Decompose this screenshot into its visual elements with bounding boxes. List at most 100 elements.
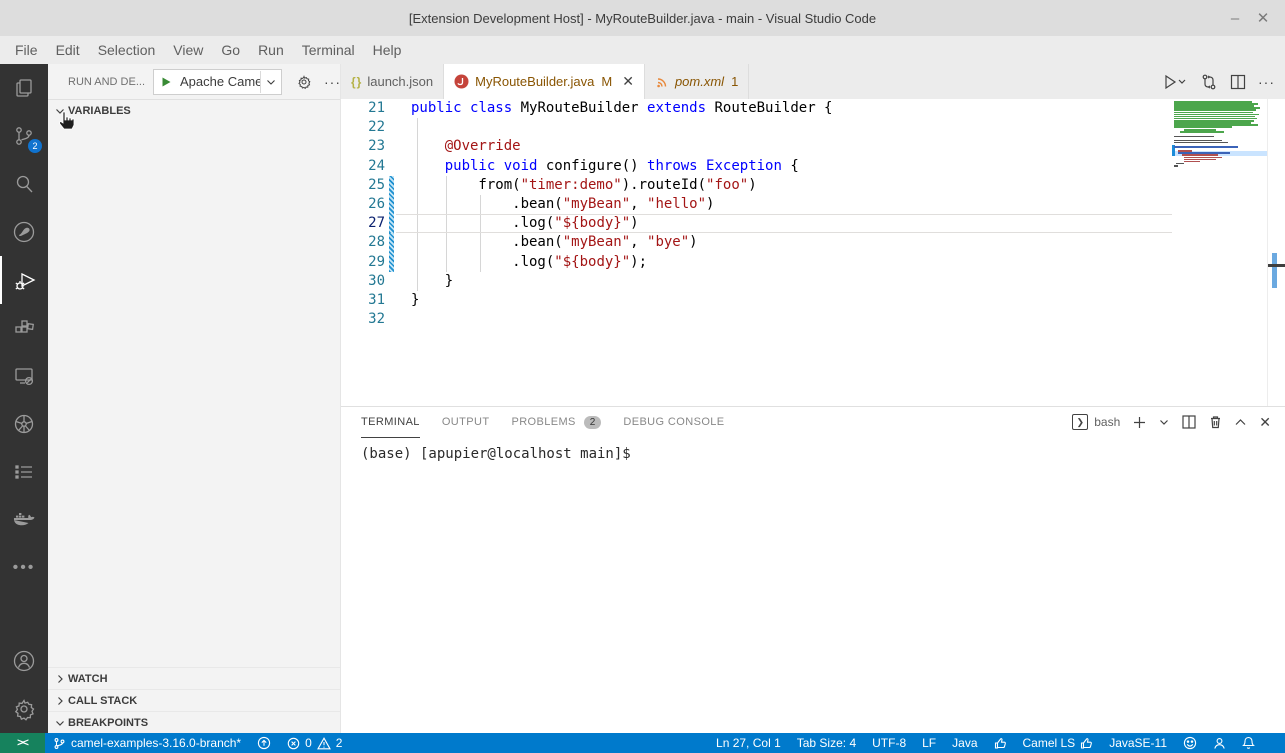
extensions-icon[interactable] <box>0 304 48 352</box>
explorer-icon[interactable] <box>0 64 48 112</box>
code-line-25[interactable]: 25 from("timer:demo").routeId("foo") <box>341 176 1285 195</box>
tab-size-item[interactable]: Tab Size: 4 <box>789 733 864 753</box>
language-mode-item[interactable]: Java <box>944 733 985 753</box>
code-line-32[interactable]: 32 <box>341 310 1285 329</box>
sidebar-more-icon[interactable]: ··· <box>324 74 341 90</box>
variables-section-header[interactable]: VARIABLES <box>48 99 340 121</box>
code-line-31[interactable]: 31} <box>341 291 1285 310</box>
docker-icon[interactable] <box>0 496 48 544</box>
source-control-icon[interactable]: 2 <box>0 112 48 160</box>
java-status-item[interactable] <box>986 733 1015 753</box>
kubernetes-icon[interactable] <box>0 400 48 448</box>
menu-edit[interactable]: Edit <box>47 42 89 58</box>
warning-icon <box>317 737 331 750</box>
code-line-24[interactable]: 24 public void configure() throws Except… <box>341 157 1285 176</box>
terminal-dropdown-icon[interactable] <box>1159 417 1169 427</box>
line-number[interactable]: 23 <box>341 137 385 156</box>
accounts-status-item[interactable] <box>1205 733 1234 753</box>
git-branch-item[interactable]: camel-examples-3.16.0-branch* <box>45 733 249 753</box>
line-number[interactable]: 22 <box>341 118 385 137</box>
code-line-26[interactable]: 26 .bean("myBean", "hello") <box>341 195 1285 214</box>
code-editor[interactable]: 21public class MyRouteBuilder extends Ro… <box>341 99 1285 406</box>
encoding-item[interactable]: UTF-8 <box>864 733 914 753</box>
maximize-panel-icon[interactable] <box>1235 418 1246 426</box>
close-icon[interactable]: ✕ <box>1249 9 1277 27</box>
terminal-output[interactable]: (base) [apupier@localhost main]$ <box>341 438 1285 462</box>
minimap-row <box>1184 161 1200 163</box>
terminal-shell-selector[interactable]: ❯ bash <box>1072 414 1120 430</box>
settings-gear-icon[interactable] <box>0 685 48 733</box>
menu-file[interactable]: File <box>6 42 47 58</box>
search-icon[interactable] <box>0 160 48 208</box>
tab-terminal[interactable]: TERMINAL <box>361 408 420 438</box>
line-number[interactable]: 26 <box>341 195 385 214</box>
line-number[interactable]: 29 <box>341 253 385 272</box>
split-editor-icon[interactable] <box>1230 74 1246 90</box>
line-number[interactable]: 25 <box>341 176 385 195</box>
cursor-position-item[interactable]: Ln 27, Col 1 <box>708 733 789 753</box>
run-and-debug-icon[interactable] <box>0 256 50 304</box>
line-number[interactable]: 30 <box>341 272 385 291</box>
line-number[interactable]: 27 <box>341 214 385 233</box>
remote-explorer-icon[interactable] <box>0 352 48 400</box>
jdk-item[interactable]: JavaSE-11 <box>1101 733 1175 753</box>
feedback-smiley-item[interactable] <box>1175 733 1205 753</box>
menu-go[interactable]: Go <box>212 42 249 58</box>
code-line-29[interactable]: 29 .log("${body}"); <box>341 253 1285 272</box>
code-lines[interactable]: 21public class MyRouteBuilder extends Ro… <box>341 99 1285 329</box>
notifications-item[interactable] <box>1234 733 1263 753</box>
tab-output[interactable]: OUTPUT <box>442 408 490 438</box>
launch-config-dropdown[interactable]: Apache Came <box>153 69 282 95</box>
code-line-21[interactable]: 21public class MyRouteBuilder extends Ro… <box>341 99 1285 118</box>
editor-tab-bar: { } launch.json MyRouteBuilder.java M ✕ … <box>341 64 1285 99</box>
watch-section-header[interactable]: WATCH <box>48 667 340 689</box>
line-number[interactable]: 32 <box>341 310 385 329</box>
ruler-cursor-marker <box>1268 264 1285 267</box>
remote-indicator[interactable]: >< <box>0 733 45 753</box>
camel-ls-item[interactable]: Camel LS <box>1015 733 1102 753</box>
compare-changes-icon[interactable] <box>1200 73 1218 91</box>
menu-run[interactable]: Run <box>249 42 293 58</box>
kill-terminal-icon[interactable] <box>1209 415 1222 429</box>
accounts-icon[interactable] <box>0 637 48 685</box>
breakpoints-section-header[interactable]: BREAKPOINTS <box>48 711 340 733</box>
eol-item[interactable]: LF <box>914 733 944 753</box>
line-number[interactable]: 21 <box>341 99 385 118</box>
tab-problems[interactable]: PROBLEMS2 <box>511 408 601 438</box>
tab-launch-json[interactable]: { } launch.json <box>341 64 444 99</box>
line-number[interactable]: 31 <box>341 291 385 310</box>
tab-close-icon[interactable]: ✕ <box>622 73 634 90</box>
minimap[interactable] <box>1172 99 1267 406</box>
code-line-22[interactable]: 22 <box>341 118 1285 137</box>
minimize-icon[interactable]: – <box>1221 10 1249 27</box>
overview-ruler[interactable] <box>1267 99 1285 406</box>
start-debug-icon[interactable] <box>154 76 178 88</box>
line-number[interactable]: 28 <box>341 233 385 252</box>
tab-pom-xml[interactable]: pom.xml 1 <box>645 64 749 99</box>
new-terminal-icon[interactable] <box>1133 416 1146 429</box>
tab-debug-console[interactable]: DEBUG CONSOLE <box>623 408 724 438</box>
close-panel-icon[interactable]: ✕ <box>1259 414 1271 431</box>
run-java-icon[interactable] <box>1164 74 1188 90</box>
more-views-icon[interactable]: ••• <box>0 544 48 592</box>
chevron-down-icon[interactable] <box>261 77 281 87</box>
editor-more-actions-icon[interactable]: ··· <box>1258 74 1275 90</box>
test-list-icon[interactable] <box>0 448 48 496</box>
code-line-27[interactable]: 27 .log("${body}") <box>341 214 1285 233</box>
line-number[interactable]: 24 <box>341 157 385 176</box>
code-line-30[interactable]: 30 } <box>341 272 1285 291</box>
code-line-23[interactable]: 23 @Override <box>341 137 1285 156</box>
call-stack-section-header[interactable]: CALL STACK <box>48 689 340 711</box>
configure-gear-icon[interactable] <box>296 74 312 90</box>
publish-changes-item[interactable] <box>249 733 279 753</box>
menu-help[interactable]: Help <box>364 42 411 58</box>
menu-terminal[interactable]: Terminal <box>293 42 364 58</box>
problems-status-item[interactable]: 0 2 <box>279 733 350 753</box>
code-text: .bean("myBean", "bye") <box>411 233 698 252</box>
menu-selection[interactable]: Selection <box>89 42 165 58</box>
code-line-28[interactable]: 28 .bean("myBean", "bye") <box>341 233 1285 252</box>
tab-myroutebuilder-java[interactable]: MyRouteBuilder.java M ✕ <box>444 64 645 99</box>
extension-circle-icon[interactable] <box>0 208 48 256</box>
split-terminal-icon[interactable] <box>1182 415 1196 429</box>
menu-view[interactable]: View <box>164 42 212 58</box>
